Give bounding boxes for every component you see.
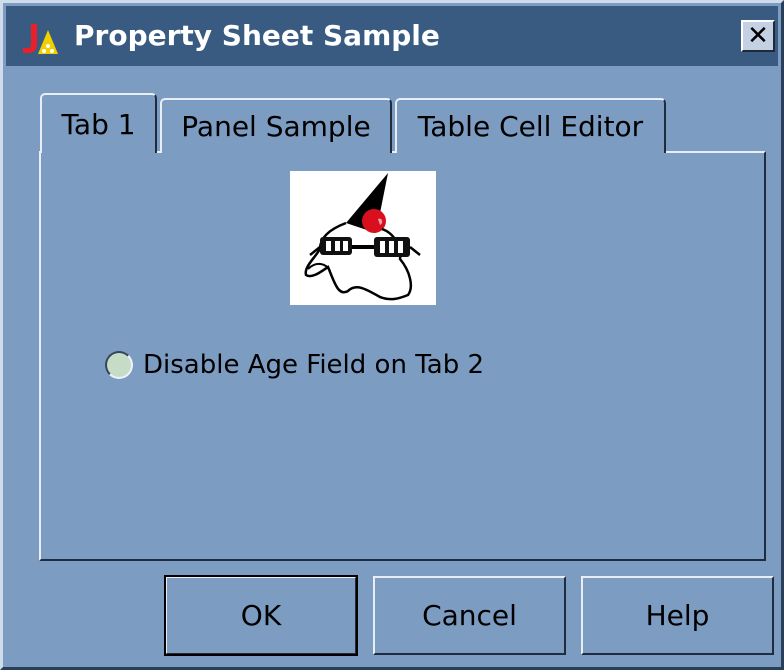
tab-table-cell-editor[interactable]: Table Cell Editor (395, 98, 666, 153)
disable-age-field-radio[interactable] (105, 351, 133, 379)
help-button[interactable]: Help (581, 576, 774, 655)
tab-label: Table Cell Editor (417, 110, 644, 143)
tab-1[interactable]: Tab 1 (40, 93, 157, 156)
cancel-button[interactable]: Cancel (373, 576, 566, 655)
ok-button[interactable]: OK (164, 575, 358, 656)
window-title: Property Sheet Sample (74, 19, 440, 52)
tab-label: Panel Sample (181, 110, 371, 143)
close-icon: ✕ (747, 21, 769, 51)
radio-label: Disable Age Field on Tab 2 (143, 350, 485, 380)
property-sheet-window: Property Sheet Sample ✕ Tab 1 Panel Samp… (0, 0, 784, 670)
duke-mascot-image (290, 171, 436, 305)
close-button[interactable]: ✕ (741, 20, 775, 52)
tab-label: Tab 1 (61, 107, 136, 141)
java-icon (23, 24, 58, 54)
disable-age-field-option[interactable]: Disable Age Field on Tab 2 (105, 348, 484, 382)
title-bar[interactable]: Property Sheet Sample ✕ (6, 6, 778, 66)
tab-panel-sample[interactable]: Panel Sample (160, 98, 392, 153)
